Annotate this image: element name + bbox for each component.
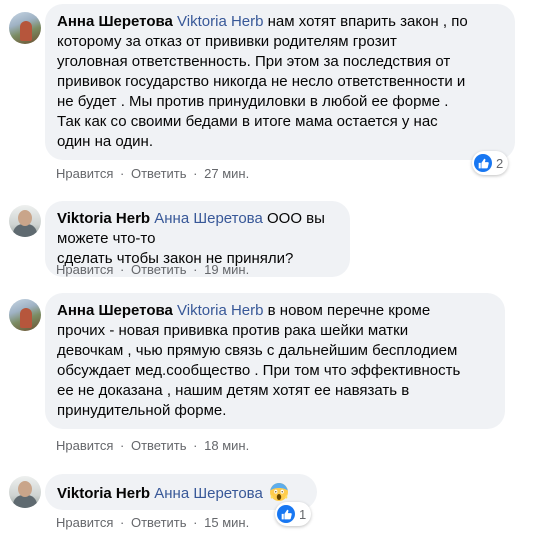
- separator: ·: [120, 438, 125, 453]
- comment-bubble: Анна Шеретова Viktoria Herb нам хотят вп…: [45, 4, 515, 160]
- like-link[interactable]: Нравится: [56, 515, 113, 530]
- separator: ·: [120, 515, 125, 530]
- avatar[interactable]: [9, 299, 41, 331]
- comment-text-line: в новом перечне кроме: [263, 302, 431, 319]
- comment-mention[interactable]: Viktoria Herb: [177, 13, 263, 30]
- reaction-count: 2: [496, 155, 504, 171]
- timestamp[interactable]: 15 мин.: [204, 515, 249, 530]
- comment-mention[interactable]: Анна Шеретова: [154, 210, 263, 227]
- reply-link[interactable]: Ответить: [131, 515, 187, 530]
- separator: ·: [120, 262, 125, 277]
- comment-text-line: один на один.: [57, 133, 153, 150]
- comment-bubble: Viktoria Herb Анна Шеретова: [45, 474, 317, 510]
- like-link[interactable]: Нравится: [56, 262, 113, 277]
- comment-text-line: прочих - новая прививка против рака шейк…: [57, 322, 409, 339]
- comment-bubble: Анна Шеретова Viktoria Herb в новом пере…: [45, 293, 505, 429]
- reaction-summary[interactable]: 2: [472, 151, 509, 175]
- comment-actions: Нравится · Ответить · 15 мин.: [56, 515, 249, 530]
- comment-mention[interactable]: Viktoria Herb: [177, 302, 263, 319]
- comment-text-line: Так как со своими бедами в итоге мама ос…: [57, 113, 438, 130]
- reply-link[interactable]: Ответить: [131, 166, 187, 181]
- comment-author[interactable]: Viktoria Herb: [57, 210, 150, 227]
- timestamp[interactable]: 18 мин.: [204, 438, 249, 453]
- avatar[interactable]: [9, 12, 41, 44]
- reply-link[interactable]: Ответить: [131, 262, 187, 277]
- comment-text-line: прививок государство никогда не несло от…: [57, 73, 466, 90]
- comment-author[interactable]: Viktoria Herb: [57, 485, 150, 502]
- comment-actions: Нравится · Ответить · 19 мин.: [56, 262, 249, 277]
- comment-author[interactable]: Анна Шеретова: [57, 13, 173, 30]
- comment-text-line: девочкам , чью прямую связь с дальнейшим…: [57, 342, 458, 359]
- reaction-summary[interactable]: 1: [275, 502, 312, 526]
- separator: ·: [120, 166, 125, 181]
- comment-text-line: уголовная ответственность. При этом за п…: [57, 53, 451, 70]
- comment-text-line: которому за отказ от прививки родителям …: [57, 33, 397, 50]
- like-link[interactable]: Нравится: [56, 166, 113, 181]
- like-icon: [474, 154, 492, 172]
- comment-text-line: нам хотят впарить закон , по: [263, 13, 468, 30]
- comment-actions: Нравится · Ответить · 27 мин.: [56, 166, 249, 181]
- reaction-count: 1: [299, 506, 307, 522]
- comment-text-line: принудительной форме.: [57, 402, 227, 419]
- comment-mention[interactable]: Анна Шеретова: [154, 485, 263, 502]
- like-icon: [277, 505, 295, 523]
- comment-text-line: обсуждает мед.сообщество . При том что э…: [57, 362, 461, 379]
- separator: ·: [193, 515, 198, 530]
- comment-text-line: ее не доказана , нашим детям хотят ее на…: [57, 382, 410, 399]
- like-link[interactable]: Нравится: [56, 438, 113, 453]
- separator: ·: [193, 262, 198, 277]
- timestamp[interactable]: 27 мин.: [204, 166, 249, 181]
- reply-link[interactable]: Ответить: [131, 438, 187, 453]
- screaming-face-icon: [269, 482, 289, 502]
- avatar[interactable]: [9, 205, 41, 237]
- avatar[interactable]: [9, 476, 41, 508]
- comment-text-line: не будет . Мы против принудиловки в любо…: [57, 93, 449, 110]
- comment-actions: Нравится · Ответить · 18 мин.: [56, 438, 249, 453]
- timestamp[interactable]: 19 мин.: [204, 262, 249, 277]
- comment-author[interactable]: Анна Шеретова: [57, 302, 173, 319]
- separator: ·: [193, 438, 198, 453]
- separator: ·: [193, 166, 198, 181]
